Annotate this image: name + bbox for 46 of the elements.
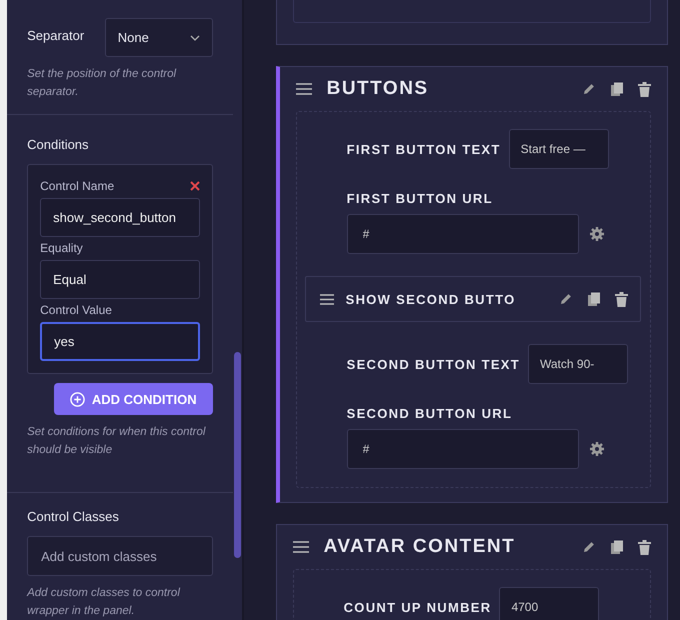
field-label: FIRST BUTTON TEXT — [346, 142, 501, 156]
url-input[interactable]: # — [346, 429, 579, 469]
help-text: Add custom classes to control wrapper in the panel. — [27, 586, 182, 619]
gear-icon[interactable] — [590, 227, 604, 241]
pencil-icon[interactable] — [582, 540, 596, 554]
drag-handle-icon[interactable] — [296, 83, 312, 95]
classes-input[interactable]: Add custom classes — [27, 536, 213, 576]
plus-circle-icon — [70, 392, 85, 406]
block-title: AVATAR CONTENT — [324, 536, 516, 558]
url-input[interactable]: # — [346, 214, 579, 254]
text-input[interactable]: Watch 90- — [528, 344, 628, 384]
block-title: SHOW SECOND BUTTO — [346, 292, 517, 306]
drag-handle-icon[interactable] — [320, 294, 334, 304]
field-label: Separator — [27, 27, 84, 43]
text-input[interactable]: Start free — — [508, 129, 609, 169]
section-label: Control Classes — [27, 509, 120, 524]
separator-select[interactable]: None — [104, 18, 213, 57]
scrollbar-thumb[interactable] — [234, 352, 241, 558]
add-condition-button[interactable]: ADD CONDITION — [54, 383, 213, 415]
field-label: SECOND BUTTON TEXT — [346, 356, 520, 372]
copy-icon[interactable] — [610, 82, 624, 96]
copy-icon[interactable] — [610, 540, 624, 554]
field-label: Equality — [40, 241, 83, 255]
drag-handle-icon[interactable] — [292, 541, 309, 553]
remove-icon[interactable] — [190, 181, 200, 191]
trash-icon[interactable] — [638, 540, 651, 554]
pencil-icon[interactable] — [582, 82, 596, 96]
chevron-down-icon — [190, 34, 200, 40]
trash-icon[interactable] — [638, 82, 651, 96]
field-label: Control Value — [40, 303, 112, 317]
field-label: Control Name — [40, 179, 114, 193]
text-input[interactable]: 4700 — [499, 587, 600, 620]
pencil-icon[interactable] — [559, 292, 573, 306]
help-text: Set conditions for when this control should be visible — [27, 425, 207, 458]
gear-icon[interactable] — [590, 442, 604, 456]
text-input[interactable]: yes — [40, 322, 200, 361]
help-text: Set the position of the control separator. — [27, 67, 178, 100]
copy-icon[interactable] — [587, 292, 601, 306]
block-title: BUTTONS — [326, 78, 430, 100]
field-label: FIRST BUTTON URL — [346, 191, 494, 206]
field-label: COUNT UP NUMBER — [344, 600, 492, 614]
trash-icon[interactable] — [615, 292, 628, 306]
section-label: Conditions — [27, 137, 90, 152]
text-input[interactable]: show_second_button — [40, 198, 200, 237]
text-input[interactable]: Equal — [40, 260, 200, 299]
field-label: SECOND BUTTON URL — [346, 406, 514, 421]
